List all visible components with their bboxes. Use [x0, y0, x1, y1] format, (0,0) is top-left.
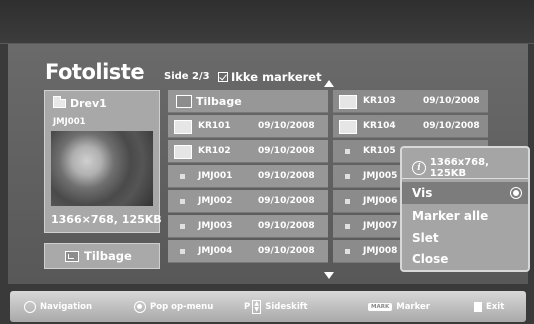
photo-resolution: 1366×768, 125KB: [51, 213, 162, 226]
photo-icon: [345, 224, 350, 229]
popup-menu: i 1366x768, 125KB Vis Marker alle Slet C…: [400, 146, 530, 272]
item-name: JMJ008: [363, 246, 398, 256]
folder-item[interactable]: KR103 09/10/2008: [333, 90, 488, 113]
folder-icon: [174, 145, 192, 159]
menu-item-label: Vis: [412, 186, 433, 200]
item-date: 09/10/2008: [258, 221, 315, 231]
photo-icon: [345, 149, 350, 154]
item-date: 09/10/2008: [258, 246, 315, 256]
item-date: 09/10/2008: [423, 96, 480, 106]
scroll-down-icon[interactable]: [324, 272, 334, 279]
item-name: JMJ007: [363, 221, 398, 231]
filter-checkbox[interactable]: Ikke markeret: [218, 70, 322, 84]
footer-help-bar: Navigation Pop op-menu P ▲ ▼ Sideskift MA…: [10, 291, 526, 322]
photo-icon: [180, 224, 185, 229]
item-name: KR102: [198, 146, 231, 156]
menu-item-slet[interactable]: Slet: [402, 227, 528, 249]
back-button[interactable]: Tilbage: [44, 243, 160, 269]
help-mark: MARK Marker: [368, 302, 430, 312]
item-name: KR105: [363, 146, 396, 156]
file-item[interactable]: JMJ002 09/10/2008: [168, 190, 328, 213]
item-name: Tilbage: [196, 94, 242, 108]
photo-icon: [180, 174, 185, 179]
item-name: JMJ006: [363, 196, 398, 206]
item-date: 09/10/2008: [258, 196, 315, 206]
checkbox-icon: [218, 72, 228, 82]
item-date: 09/10/2008: [423, 121, 480, 131]
top-bar: [0, 0, 534, 44]
item-name: JMJ005: [363, 171, 398, 181]
item-date: 09/10/2008: [258, 171, 315, 181]
photo-icon: [345, 199, 350, 204]
item-name: KR104: [363, 121, 396, 131]
item-name: KR103: [363, 96, 396, 106]
menu-item-marker-alle[interactable]: Marker alle: [402, 205, 528, 227]
menu-item-vis[interactable]: Vis: [402, 182, 528, 204]
help-popup-menu: Pop op-menu: [134, 300, 213, 313]
item-date: 09/10/2008: [258, 121, 315, 131]
popup-divider: [402, 178, 528, 179]
back-icon: [176, 95, 192, 108]
page-title: Fotoliste: [45, 60, 145, 84]
popup-info: i 1366x768, 125KB: [412, 157, 528, 179]
popup-info-text: 1366x768, 125KB: [429, 157, 489, 179]
back-button-label: Tilbage: [84, 249, 132, 263]
item-name: JMJ001: [198, 171, 233, 181]
item-name: JMJ003: [198, 221, 233, 231]
info-icon: i: [412, 161, 426, 175]
photo-icon: [180, 249, 185, 254]
file-item[interactable]: JMJ004 09/10/2008: [168, 240, 328, 263]
folder-item[interactable]: KR104 09/10/2008: [333, 115, 488, 138]
item-name: KR101: [198, 121, 231, 131]
folder-icon: [339, 95, 357, 109]
folder-icon: [174, 120, 192, 134]
folder-icon: [53, 96, 66, 108]
drive-label: Drev1: [70, 97, 107, 110]
menu-item-label: Close: [412, 252, 449, 266]
photo-icon: [345, 174, 350, 179]
folder-item[interactable]: KR101 09/10/2008: [168, 115, 328, 138]
mark-key-icon: MARK: [368, 302, 393, 311]
radio-selected-icon: [510, 187, 522, 199]
item-date: 09/10/2008: [258, 146, 315, 156]
file-item[interactable]: JMJ003 09/10/2008: [168, 215, 328, 238]
navigation-icon: [24, 300, 36, 313]
photo-thumbnail: [51, 131, 153, 206]
scroll-up-icon[interactable]: [324, 80, 334, 87]
menu-item-label: Marker alle: [412, 209, 489, 223]
folder-icon: [339, 120, 357, 134]
menu-item-label: Slet: [412, 231, 439, 245]
page-indicator: Side 2/3: [164, 71, 210, 82]
photo-icon: [180, 199, 185, 204]
help-navigation: Navigation: [24, 300, 92, 313]
menu-item-close[interactable]: Close: [402, 248, 528, 270]
filter-label: Ikke markeret: [231, 70, 322, 84]
item-name: JMJ004: [198, 246, 233, 256]
item-name: JMJ002: [198, 196, 233, 206]
exit-icon: [474, 301, 482, 312]
page-key-icon: P ▲ ▼: [244, 299, 262, 314]
file-item[interactable]: JMJ001 09/10/2008: [168, 165, 328, 188]
folder-item[interactable]: KR102 09/10/2008: [168, 140, 328, 163]
photo-icon: [345, 249, 350, 254]
back-icon: [65, 250, 79, 262]
current-folder-label: JMJ001: [53, 117, 86, 127]
help-exit: Exit: [474, 301, 504, 312]
help-page-change: P ▲ ▼ Sideskift: [244, 299, 308, 314]
ok-icon: [134, 300, 146, 313]
preview-panel: Drev1 JMJ001 1366×768, 125KB: [44, 90, 162, 233]
back-item[interactable]: Tilbage: [168, 90, 328, 113]
